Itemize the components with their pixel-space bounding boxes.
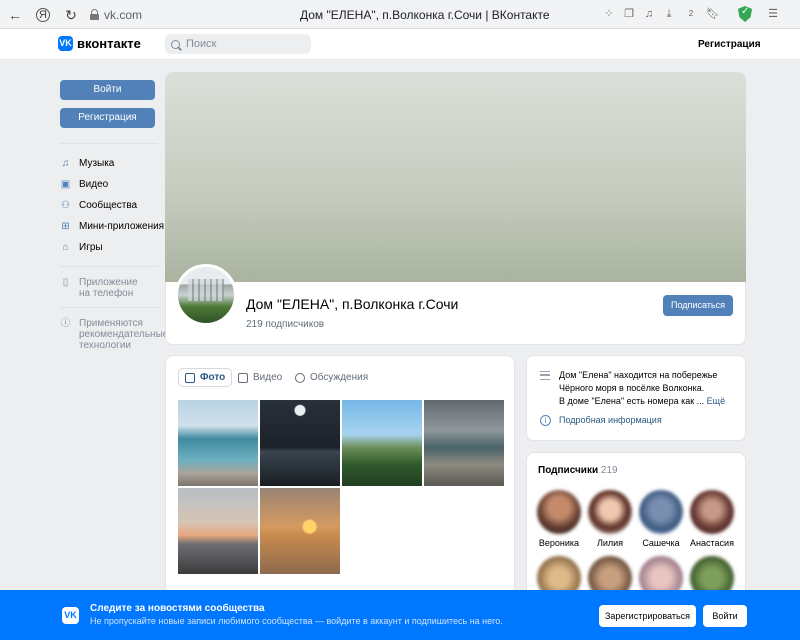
photo-thumbnail[interactable] bbox=[342, 400, 422, 486]
music-icon: ♫ bbox=[61, 158, 70, 169]
subscriber-item[interactable]: Анастасия bbox=[689, 490, 735, 548]
show-more-link[interactable]: Ещё bbox=[707, 396, 725, 406]
video-icon: ▣ bbox=[60, 179, 71, 190]
avatar bbox=[537, 490, 581, 534]
cover-image bbox=[165, 72, 746, 282]
extensions-icon[interactable]: ⁘ bbox=[602, 7, 616, 21]
vk-logo-icon[interactable]: VK bbox=[58, 36, 73, 51]
sidebar-item-games[interactable]: ⌂ Игры bbox=[60, 242, 102, 253]
vk-logo-icon: VK bbox=[62, 607, 79, 624]
community-name: Дом "ЕЛЕНА", п.Волконка г.Сочи bbox=[246, 296, 459, 312]
address-bar[interactable]: vk.com bbox=[90, 5, 142, 24]
headphones-icon[interactable]: ♫ bbox=[642, 7, 656, 21]
sidebar-divider bbox=[60, 266, 158, 267]
details-link[interactable]: Подробная информация bbox=[559, 415, 662, 425]
downloads-icon[interactable]: ⤓ bbox=[662, 7, 676, 21]
search-icon bbox=[171, 39, 180, 49]
subscriber-count[interactable]: 219 подписчиков bbox=[246, 319, 324, 330]
sidebar-item-mobile-app[interactable]: ▯ Приложение на телефон bbox=[60, 277, 138, 299]
banner-register-button[interactable]: Зарегистрироваться bbox=[599, 605, 696, 627]
games-icon: ⌂ bbox=[62, 242, 69, 253]
photo-thumbnail[interactable] bbox=[424, 400, 504, 486]
photo-thumbnail[interactable] bbox=[260, 400, 340, 486]
communities-icon: ⚇ bbox=[61, 200, 70, 211]
photo-icon bbox=[185, 372, 195, 383]
avatar bbox=[690, 490, 734, 534]
browser-toolbar: ← Я ↻ vk.com Дом "ЕЛЕНА", п.Волконка г.С… bbox=[0, 0, 800, 29]
menu-icon[interactable]: ☰ bbox=[766, 7, 780, 21]
discussion-icon bbox=[295, 372, 305, 383]
sidebar-divider bbox=[60, 143, 158, 144]
site-header: VK вконтакте Поиск Регистрация bbox=[0, 29, 800, 60]
subscriber-item[interactable]: Сашечка bbox=[638, 490, 684, 548]
description-icon bbox=[540, 371, 550, 380]
avatar bbox=[588, 490, 632, 534]
community-description: Дом "Елена" находится на побережье Чёрно… bbox=[559, 370, 726, 406]
register-button[interactable]: Регистрация bbox=[60, 108, 155, 128]
info-icon: ⓘ bbox=[60, 318, 71, 329]
search-input[interactable]: Поиск bbox=[165, 34, 311, 54]
photo-thumbnail[interactable] bbox=[178, 488, 258, 574]
banner-title: Следите за новостями сообщества bbox=[90, 603, 265, 614]
avatar bbox=[639, 490, 683, 534]
bookmark-icon[interactable]: 🔖︎ bbox=[706, 7, 720, 21]
yandex-icon[interactable]: Я bbox=[36, 8, 50, 22]
tab-photos[interactable]: Фото bbox=[178, 368, 233, 387]
login-button[interactable]: Войти bbox=[60, 80, 155, 100]
phone-icon: ▯ bbox=[62, 277, 69, 288]
photo-thumbnail[interactable] bbox=[260, 488, 340, 574]
subscribers-title[interactable]: Подписчики 219 bbox=[538, 465, 618, 476]
protect-shield-icon[interactable] bbox=[738, 6, 752, 22]
photo-thumbnail[interactable] bbox=[178, 400, 258, 486]
sidebar-item-video[interactable]: ▣ Видео bbox=[60, 179, 108, 190]
tab-discussions[interactable]: Обсуждения bbox=[295, 368, 368, 387]
banner-login-button[interactable]: Войти bbox=[703, 605, 747, 627]
sidebar-item-recommendations[interactable]: ⓘ Применяются рекомендательные технологи… bbox=[60, 318, 169, 351]
site-logo-text[interactable]: вконтакте bbox=[77, 36, 141, 51]
video-icon bbox=[238, 372, 248, 383]
page-title: Дом "ЕЛЕНА", п.Волконка г.Сочи | ВКонтак… bbox=[300, 8, 550, 22]
avatar[interactable] bbox=[175, 264, 237, 326]
info-icon: i bbox=[540, 415, 551, 426]
subscriber-item[interactable]: Вероника bbox=[536, 490, 582, 548]
subscriber-item[interactable]: Лилия bbox=[587, 490, 633, 548]
url-text: vk.com bbox=[104, 7, 143, 22]
search-placeholder: Поиск bbox=[186, 38, 217, 50]
collections-icon[interactable]: ❐ bbox=[622, 7, 636, 21]
subscribe-button[interactable]: Подписаться bbox=[663, 295, 733, 316]
banner-text: Не пропускайте новые записи любимого соо… bbox=[90, 616, 503, 626]
lock-icon bbox=[90, 9, 99, 20]
sidebar-item-music[interactable]: ♫ Музыка bbox=[60, 158, 115, 169]
header-register-link[interactable]: Регистрация bbox=[698, 39, 761, 50]
back-icon[interactable]: ← bbox=[6, 6, 24, 24]
sidebar-item-communities[interactable]: ⚇ Сообщества bbox=[60, 200, 137, 211]
mini-apps-icon: ⊞ bbox=[61, 221, 70, 232]
tab-videos[interactable]: Видео bbox=[238, 368, 282, 387]
tabs-count-icon[interactable]: 2 bbox=[684, 7, 698, 21]
sidebar-item-mini-apps[interactable]: ⊞ Мини-приложения bbox=[60, 221, 164, 232]
sidebar-divider bbox=[60, 307, 158, 308]
reload-icon[interactable]: ↻ bbox=[62, 6, 80, 24]
